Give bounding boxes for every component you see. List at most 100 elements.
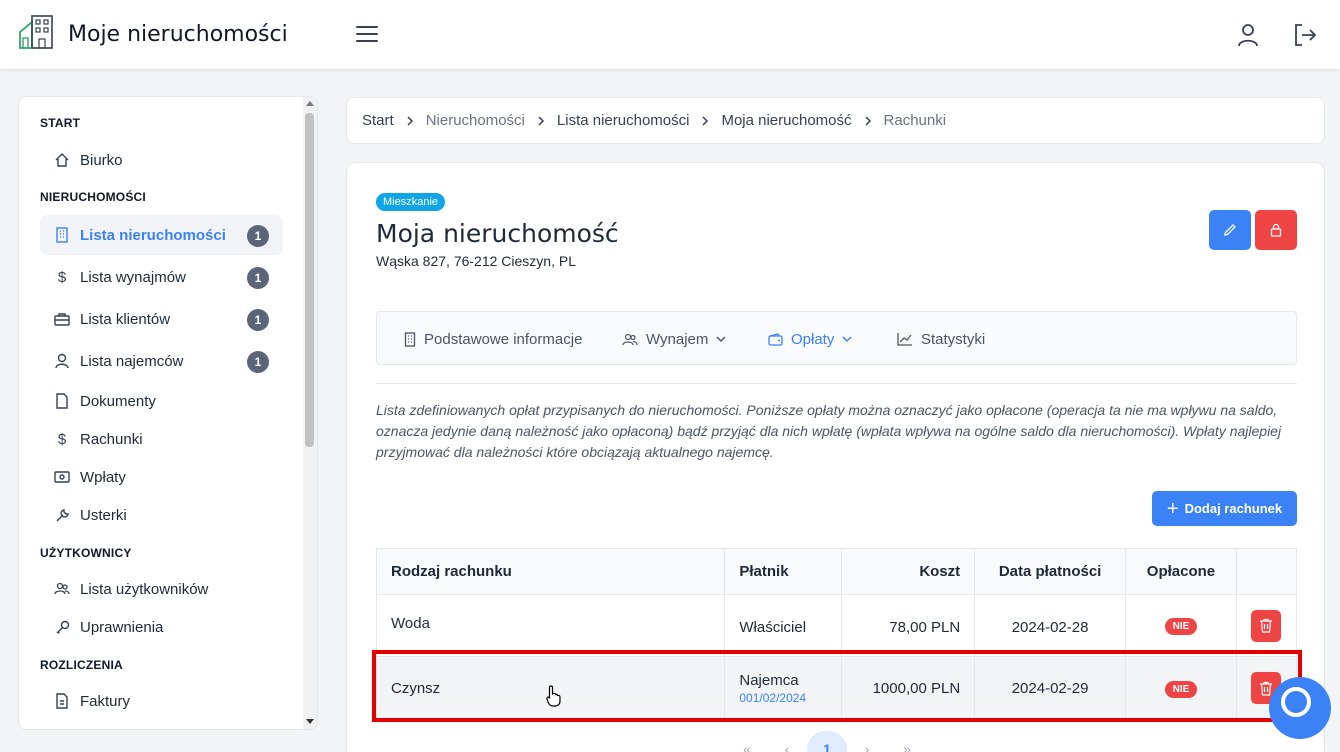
tab-podstawowe-informacje[interactable]: Podstawowe informacje xyxy=(404,312,582,366)
chevron-right-icon xyxy=(702,115,709,126)
sidebar-item-label: Lista użytkowników xyxy=(80,580,209,598)
property-type-badge: Mieszkanie xyxy=(376,193,446,211)
sidebar-section-uzytkownicy: UŻYTKOWNICY xyxy=(40,546,132,560)
count-badge: 1 xyxy=(247,267,269,289)
hand-cursor-icon xyxy=(546,685,561,707)
sidebar-section-start: START xyxy=(40,116,81,130)
sidebar-section-nieruchomosci: NIERUCHOMOŚCI xyxy=(40,190,146,204)
sidebar-item-label: Rachunki xyxy=(80,430,143,448)
paid-status-badge[interactable]: NIE xyxy=(1164,680,1198,698)
sidebar-item-label: Lista najemców xyxy=(80,352,184,370)
scroll-down-icon[interactable] xyxy=(306,719,314,724)
bill-payer: Najemca xyxy=(739,671,799,689)
property-card: Mieszkanie Moja nieruchomość Wąska 827, … xyxy=(346,162,1325,752)
key-icon xyxy=(54,619,70,635)
breadcrumb-nieruchomosci: Nieruchomości xyxy=(425,112,525,129)
tab-oplaty[interactable]: Opłaty xyxy=(768,312,852,366)
add-bill-button[interactable]: + Dodaj rachunek xyxy=(1152,491,1297,526)
count-badge: 1 xyxy=(247,351,269,373)
bills-table: Rodzaj rachunku Płatnik Koszt Data płatn… xyxy=(375,548,1298,720)
delete-button[interactable] xyxy=(1251,609,1282,642)
table-row[interactable]: Czynsz Najemca 001/02/2024 1000,00 PLN 2… xyxy=(375,656,1298,720)
breadcrumb: Start Nieruchomości Lista nieruchomości … xyxy=(346,97,1325,144)
scrollbar-thumb[interactable] xyxy=(305,113,314,447)
pencil-icon xyxy=(1224,224,1236,236)
chart-icon xyxy=(897,332,913,346)
breadcrumb-moja-nieruchomosc[interactable]: Moja nieruchomość xyxy=(721,112,851,129)
sidebar-item-lista-wynajmow[interactable]: $ Lista wynajmów 1 xyxy=(40,257,283,297)
tab-label: Wynajem xyxy=(646,330,709,348)
current-page-button[interactable]: 1 xyxy=(807,731,847,752)
top-header: Moje nieruchomości xyxy=(0,0,1340,70)
table-header-row: Rodzaj rachunku Płatnik Koszt Data płatn… xyxy=(375,548,1298,595)
invoice-icon xyxy=(54,693,70,709)
column-header-actions xyxy=(1235,548,1298,595)
sidebar-item-usterki[interactable]: Usterki xyxy=(40,495,283,535)
lock-icon xyxy=(1270,223,1282,237)
bill-cost: 1000,00 PLN xyxy=(841,656,976,720)
sidebar-scrollbar[interactable] xyxy=(303,97,317,729)
building-icon xyxy=(54,227,70,243)
sidebar-item-biurko[interactable]: Biurko xyxy=(40,140,283,180)
trash-icon xyxy=(1260,618,1273,633)
tab-label: Opłaty xyxy=(791,330,835,348)
property-tabs: Podstawowe informacje Wynajem Opłaty Sta… xyxy=(376,311,1297,365)
sidebar-item-label: Dokumenty xyxy=(80,392,156,410)
users-icon xyxy=(622,333,638,346)
column-header-paid[interactable]: Opłacone xyxy=(1125,548,1237,595)
edit-button[interactable] xyxy=(1209,210,1251,250)
menu-toggle-icon[interactable] xyxy=(356,26,378,44)
sidebar-item-dokumenty[interactable]: Dokumenty xyxy=(40,381,283,421)
column-header-payer[interactable]: Płatnik xyxy=(724,548,843,595)
lock-button[interactable] xyxy=(1255,210,1297,250)
breadcrumb-rachunki: Rachunki xyxy=(883,112,947,129)
chevron-down-icon xyxy=(842,334,852,344)
column-header-date[interactable]: Data płatności xyxy=(974,548,1126,595)
chevron-right-icon xyxy=(864,115,871,126)
sidebar-item-rachunki[interactable]: $ Rachunki xyxy=(40,419,283,459)
tab-wynajem[interactable]: Wynajem xyxy=(622,312,726,366)
dollar-icon: $ xyxy=(57,430,67,448)
sidebar-item-lista-klientow[interactable]: Lista klientów 1 xyxy=(40,299,283,339)
bill-date: 2024-02-29 xyxy=(974,656,1126,720)
last-page-button[interactable]: » xyxy=(887,731,927,752)
sidebar-item-lista-najemcow[interactable]: Lista najemców 1 xyxy=(40,341,283,381)
first-page-button[interactable]: « xyxy=(727,731,767,752)
tab-label: Statystyki xyxy=(921,330,986,348)
sidebar-item-label: Biurko xyxy=(80,151,123,169)
breadcrumb-lista-nieruchomosci[interactable]: Lista nieruchomości xyxy=(557,112,690,129)
paid-status-badge[interactable]: NIE xyxy=(1164,618,1198,635)
sidebar-item-lista-uzytkownikow[interactable]: Lista użytkowników xyxy=(40,569,283,609)
scroll-up-icon[interactable] xyxy=(306,101,314,106)
plus-icon: + xyxy=(1166,497,1179,520)
next-page-button[interactable]: › xyxy=(847,731,887,752)
tab-statystyki[interactable]: Statystyki xyxy=(897,312,985,366)
sidebar-item-label: Wpłaty xyxy=(80,468,126,486)
chevron-down-icon xyxy=(716,334,726,344)
dollar-icon: $ xyxy=(57,268,67,286)
column-header-type[interactable]: Rodzaj rachunku xyxy=(375,548,726,595)
chat-button[interactable] xyxy=(1269,677,1331,739)
sidebar-item-faktury[interactable]: Faktury xyxy=(40,681,283,721)
bill-date: 2024-02-28 xyxy=(974,594,1126,657)
user-profile-icon[interactable] xyxy=(1235,22,1261,48)
wrench-icon xyxy=(54,507,70,523)
sidebar-item-wplaty[interactable]: Wpłaty xyxy=(40,457,283,497)
prev-page-button[interactable]: ‹ xyxy=(767,731,807,752)
sidebar-item-label: Lista wynajmów xyxy=(80,268,186,286)
count-badge: 1 xyxy=(247,225,269,247)
count-badge: 1 xyxy=(247,309,269,331)
column-header-cost[interactable]: Koszt xyxy=(841,548,976,595)
chevron-right-icon xyxy=(538,115,544,126)
cash-icon xyxy=(54,469,70,485)
sidebar: START Biurko NIERUCHOMOŚCI Lista nieruch… xyxy=(18,96,318,730)
logout-icon[interactable] xyxy=(1292,22,1318,48)
tab-label: Podstawowe informacje xyxy=(424,330,583,348)
sidebar-item-lista-nieruchomosci[interactable]: Lista nieruchomości 1 xyxy=(40,215,283,255)
sidebar-item-uprawnienia[interactable]: Uprawnienia xyxy=(40,607,283,647)
chat-icon xyxy=(1281,687,1311,717)
app-title[interactable]: Moje nieruchomości xyxy=(68,22,288,47)
rental-link[interactable]: 001/02/2024 xyxy=(739,691,827,705)
table-row[interactable]: Woda Właściciel 78,00 PLN 2024-02-28 NIE xyxy=(375,594,1298,657)
breadcrumb-start[interactable]: Start xyxy=(362,112,394,129)
